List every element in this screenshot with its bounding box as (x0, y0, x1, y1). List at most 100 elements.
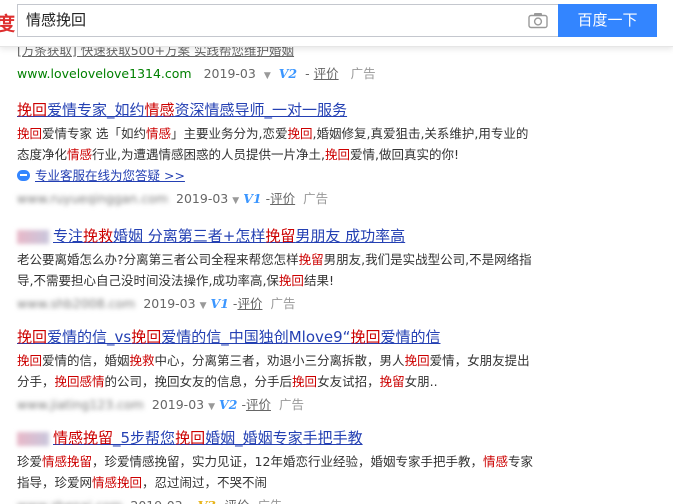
ad-label: 广告 (303, 191, 329, 206)
search-result: 情感挽留_5步帮您挽回婚姻_婚姻专家手把手教 珍爱情感挽留，珍爱情感挽留，实力见证… (17, 428, 577, 504)
result-abstract: 珍爱情感挽留，珍爱情感挽留，实力见证，12年婚恋行业经验，婚姻专家手把手教，情感… (17, 451, 577, 493)
keyword-highlight: 挽回 (292, 374, 318, 389)
keyword-highlight: 挽回 (287, 126, 313, 141)
keyword-highlight: 情感 (67, 147, 93, 162)
search-box[interactable]: 情感挽回 (17, 4, 558, 37)
evaluate-link[interactable]: 评价 (224, 498, 249, 504)
text-segment: 专注 (53, 227, 84, 245)
text-segment: 男朋友,我们是实战型公司,不是网络指 (323, 252, 532, 267)
result-title-link[interactable]: 挽回爱情的信_vs挽回爱情的信_中国独创Mlove9“挽回爱情的信 (17, 327, 577, 347)
evaluate-link[interactable]: 评价 (246, 397, 271, 412)
evaluate-link[interactable]: 评价 (270, 191, 295, 206)
abstract-line: 导,不需要担心自己没时间没法操作,成功率高,保挽回结果! (17, 270, 577, 291)
text-segment: 爱情专家_如约 (47, 101, 145, 119)
result-abstract: 老公要离婚怎么办?分离第三者公司全程来帮您怎样挽留男朋友,我们是实战型公司,不是… (17, 249, 577, 291)
vip-badge-icon[interactable]: V2 (279, 66, 297, 81)
result-meta: www.jiating123.com 2019-03 ▼ V2 -评价 广告 (17, 395, 577, 417)
ad-label: 广告 (258, 498, 283, 504)
result-title-link[interactable]: 情感挽留_5步帮您挽回婚姻_婚姻专家手把手教 (17, 428, 577, 448)
ad-label: 广告 (270, 296, 296, 311)
result-meta: www.zhenai.com2019-03▼V3-评价广告 (17, 496, 577, 504)
keyword-highlight: 挽回 (131, 328, 162, 346)
text-segment: 爱情,做回真实的你! (350, 147, 459, 162)
abstract-line: 挽回爱情专家 选「如约情感」主要业务分为,恋爱挽回,婚姻修复,真爱狙击,关系维护… (17, 123, 577, 144)
text-segment: 爱情，女朋友提出 (429, 353, 530, 368)
keyword-highlight: 情感挽回 (92, 475, 143, 490)
text-segment: ，忍过闹过，不哭不闹 (142, 475, 268, 490)
keyword-highlight: 情感 (146, 126, 172, 141)
blurred-prefix (17, 431, 49, 446)
vip-badge-icon[interactable]: V1 (211, 296, 229, 311)
keyword-highlight: 挽回 (404, 353, 430, 368)
search-result: 专注挽救婚姻 分离第三者+怎样挽留男朋友 成功率高老公要离婚怎么办?分离第三者公… (17, 226, 577, 316)
abstract-line: 分手，挽回感情的公司，挽回女友的信息，分手后挽回女友试招，挽留女朋.. (17, 371, 577, 392)
keyword-highlight: 挽回 (17, 328, 48, 346)
blurred-prefix (17, 229, 49, 244)
camera-icon[interactable] (528, 12, 548, 29)
result-date: 2019-03 (143, 296, 196, 311)
text-segment: 爱情的信_中国独创Mlove9“ (161, 328, 351, 346)
text-segment: 婚姻 分离第三者+怎样 (113, 227, 266, 245)
search-result: 挽回爱情的信_vs挽回爱情的信_中国独创Mlove9“挽回爱情的信 挽回爱情的信，… (17, 327, 577, 417)
result-url[interactable]: www.zhenai.com (17, 496, 122, 504)
vip-badge-icon[interactable]: V3 (198, 498, 216, 504)
keyword-highlight: 挽回 (175, 429, 206, 447)
keyword-highlight: 挽回 (324, 147, 350, 162)
text-segment: 态度净化 (17, 147, 68, 162)
dropdown-arrow-icon[interactable]: ▼ (264, 71, 271, 81)
search-button[interactable]: 百度一下 (558, 4, 657, 37)
vip-badge-icon[interactable]: V1 (243, 191, 261, 206)
result-partial: [万条获取] 快速获取500+万案 实践帮您维护婚姻 www.lovelovel… (17, 41, 577, 86)
result-abstract: 挽回爱情专家 选「如约情感」主要业务分为,恋爱挽回,婚姻修复,真爱狙击,关系维护… (17, 123, 577, 165)
result-url[interactable]: www.shb2008.com (17, 294, 135, 314)
keyword-highlight: 情感 (144, 101, 175, 119)
abstract-line: 指导，珍爱网情感挽回，忍过闹过，不哭不闹 (17, 472, 577, 493)
chat-bubble-icon (17, 170, 30, 181)
result-url[interactable]: www.jiating123.com (17, 395, 144, 415)
ad-label: 广告 (278, 397, 304, 412)
baidu-logo[interactable]: 度 (0, 9, 15, 36)
service-link-label[interactable]: 专业客服在线为您答疑 >> (35, 168, 185, 183)
text-segment: 珍爱 (17, 454, 43, 469)
result-date: 2019-03 (130, 498, 182, 504)
keyword-highlight: 挽留 (298, 252, 324, 267)
keyword-highlight: 挽回 (17, 126, 43, 141)
result-meta: www.ruyueqinggan.com 2019-03 ▼ V1 -评价 广告 (17, 189, 577, 211)
keyword-highlight: 挽回 (350, 328, 381, 346)
result-title-link[interactable]: 专注挽救婚姻 分离第三者+怎样挽留男朋友 成功率高 (17, 226, 577, 246)
search-header: 度 情感挽回 百度一下 (0, 0, 673, 47)
text-segment: 的公司，挽回女友的信息，分手后 (104, 374, 293, 389)
keyword-highlight: 挽回 (17, 101, 48, 119)
text-segment: 专家 (507, 454, 533, 469)
text-segment: ,婚姻修复,真爱狙击,关系维护,用专业的 (312, 126, 529, 141)
dropdown-arrow-icon[interactable]: ▼ (232, 196, 239, 206)
result-title-link[interactable]: 挽回爱情专家_如约情感资深情感导师_一对一服务 (17, 100, 577, 120)
search-result: 挽回爱情专家_如约情感资深情感导师_一对一服务 挽回爱情专家 选「如约情感」主要业… (17, 100, 577, 211)
keyword-highlight: 情感挽留 (53, 429, 114, 447)
result-url[interactable]: www.ruyueqinggan.com (17, 189, 168, 209)
dropdown-arrow-icon[interactable]: ▼ (200, 301, 207, 311)
service-link[interactable]: 专业客服在线为您答疑 >> (17, 166, 577, 186)
text-segment: 资深情感导师_一对一服务 (174, 101, 348, 119)
text-segment: 」主要业务分为,恋爱 (171, 126, 288, 141)
keyword-highlight: 情感 (482, 454, 508, 469)
text-segment: _5步帮您 (113, 429, 176, 447)
keyword-highlight: 挽回 (17, 353, 43, 368)
dropdown-arrow-icon[interactable]: ▼ (208, 402, 215, 412)
keyword-highlight: 挽救 (129, 353, 155, 368)
vip-badge-icon[interactable]: V2 (219, 397, 237, 412)
evaluate-link[interactable]: 评价 (237, 296, 262, 311)
text-segment: 分手， (17, 374, 55, 389)
keyword-highlight: 挽留 (265, 227, 296, 245)
text-segment: 爱情的信_vs (47, 328, 132, 346)
result-date: 2019-03 (176, 191, 229, 206)
text-segment: 爱情的信 (380, 328, 441, 346)
evaluate-link[interactable]: 评价 (314, 66, 339, 81)
result-url[interactable]: www.lovelovelove1314.com (17, 66, 192, 81)
result-meta: www.lovelovelove1314.com 2019-03 ▼ V2 - … (17, 66, 376, 81)
text-segment: 行业,为遭遇情感困惑的人员提供一片净土, (92, 147, 325, 162)
result-abstract: 挽回爱情的信，婚姻挽救中心，分离第三者，劝退小三分离拆散，男人挽回爱情，女朋友提… (17, 350, 577, 392)
text-segment: 爱情专家 选「如约 (42, 126, 146, 141)
search-input[interactable]: 情感挽回 (26, 5, 86, 36)
result-date: 2019-03 (203, 66, 256, 81)
